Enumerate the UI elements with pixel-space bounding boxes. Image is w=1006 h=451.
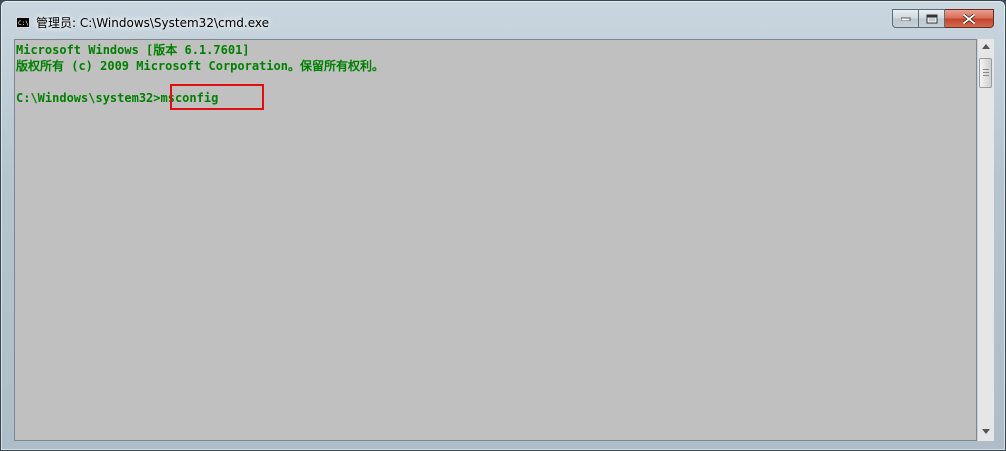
console-line-copyright: 版权所有 (c) 2009 Microsoft Corporation。保留所有… <box>16 59 384 73</box>
close-button[interactable] <box>945 9 994 28</box>
minimize-button[interactable] <box>892 9 919 28</box>
minimize-icon <box>900 17 910 21</box>
svg-text:C:\: C:\ <box>18 20 28 26</box>
cmd-icon[interactable]: C:\ <box>16 17 30 28</box>
console-output[interactable]: Microsoft Windows [版本 6.1.7601] 版权所有 (c)… <box>14 39 977 441</box>
maximize-icon <box>926 14 937 23</box>
console-prompt: C:\Windows\system32> <box>16 91 161 105</box>
scroll-thumb[interactable] <box>979 58 992 88</box>
scroll-up-arrow-icon <box>982 44 990 49</box>
scroll-down-button[interactable] <box>978 424 994 441</box>
command-highlight-box <box>170 84 264 110</box>
console-line-version: Microsoft Windows [版本 6.1.7601] <box>16 43 250 57</box>
scroll-up-button[interactable] <box>978 39 994 56</box>
maximize-button[interactable] <box>919 9 945 28</box>
window-title: 管理员: C:\Windows\System32\cmd.exe <box>36 16 269 30</box>
title-bar[interactable]: C:\ 管理员: C:\Windows\System32\cmd.exe <box>1 1 1005 39</box>
vertical-scrollbar[interactable] <box>977 39 994 441</box>
close-icon <box>963 13 975 24</box>
cmd-window: C:\ 管理员: C:\Windows\System32\cmd.exe Mic… <box>0 0 1006 451</box>
scroll-down-arrow-icon <box>982 429 990 434</box>
